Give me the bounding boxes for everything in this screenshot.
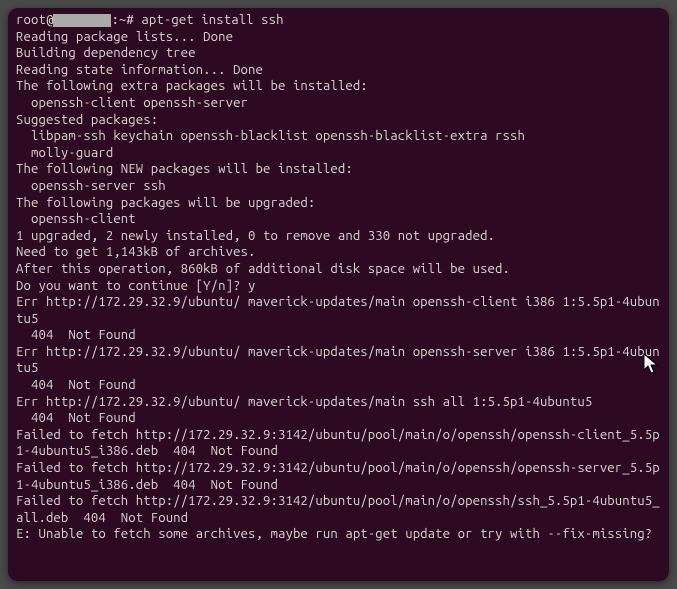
output-line: The following NEW packages will be insta… — [16, 162, 353, 176]
output-line: 404 Not Found — [16, 378, 136, 392]
output-line: The following extra packages will be ins… — [16, 79, 368, 93]
output-line: openssh-client openssh-server — [16, 96, 248, 110]
output-line: openssh-server ssh — [16, 179, 166, 193]
terminal-window[interactable]: root@ :~# apt-get install ssh Reading pac… — [8, 8, 669, 581]
output-line: Need to get 1,143kB of archives. — [16, 245, 256, 259]
hostname-redacted — [53, 14, 111, 27]
terminal-output: root@ :~# apt-get install ssh Reading pac… — [16, 12, 661, 543]
output-line: 404 Not Found — [16, 328, 136, 342]
output-line: 1 upgraded, 2 newly installed, 0 to remo… — [16, 229, 495, 243]
output-line: libpam-ssh keychain openssh-blacklist op… — [16, 129, 525, 143]
output-line: Building dependency tree — [16, 46, 248, 60]
output-line: Failed to fetch http://172.29.32.9:3142/… — [16, 428, 660, 459]
output-line: Err http://172.29.32.9/ubuntu/ maverick-… — [16, 295, 660, 326]
output-line: Failed to fetch http://172.29.32.9:3142/… — [16, 461, 660, 492]
output-line: 404 Not Found — [16, 411, 136, 425]
output-line: molly-guard — [16, 146, 113, 160]
output-line: Suggested packages: — [16, 113, 158, 127]
output-line: E: Unable to fetch some archives, maybe … — [16, 527, 652, 541]
command-text: apt-get install ssh — [141, 13, 283, 27]
output-line: Failed to fetch http://172.29.32.9:3142/… — [16, 494, 660, 525]
output-line: Err http://172.29.32.9/ubuntu/ maverick-… — [16, 345, 660, 376]
output-line: Reading state information... Done — [16, 63, 263, 77]
prompt-user: root@ — [16, 13, 53, 27]
output-line: Reading package lists... Done — [16, 30, 233, 44]
output-line: openssh-client — [16, 212, 136, 226]
output-line: The following packages will be upgraded: — [16, 196, 315, 210]
prompt-tail: :~# — [111, 13, 141, 27]
output-line: Do you want to continue [Y/n]? y — [16, 279, 256, 293]
output-line: Err http://172.29.32.9/ubuntu/ maverick-… — [16, 395, 592, 409]
output-line: After this operation, 860kB of additiona… — [16, 262, 510, 276]
